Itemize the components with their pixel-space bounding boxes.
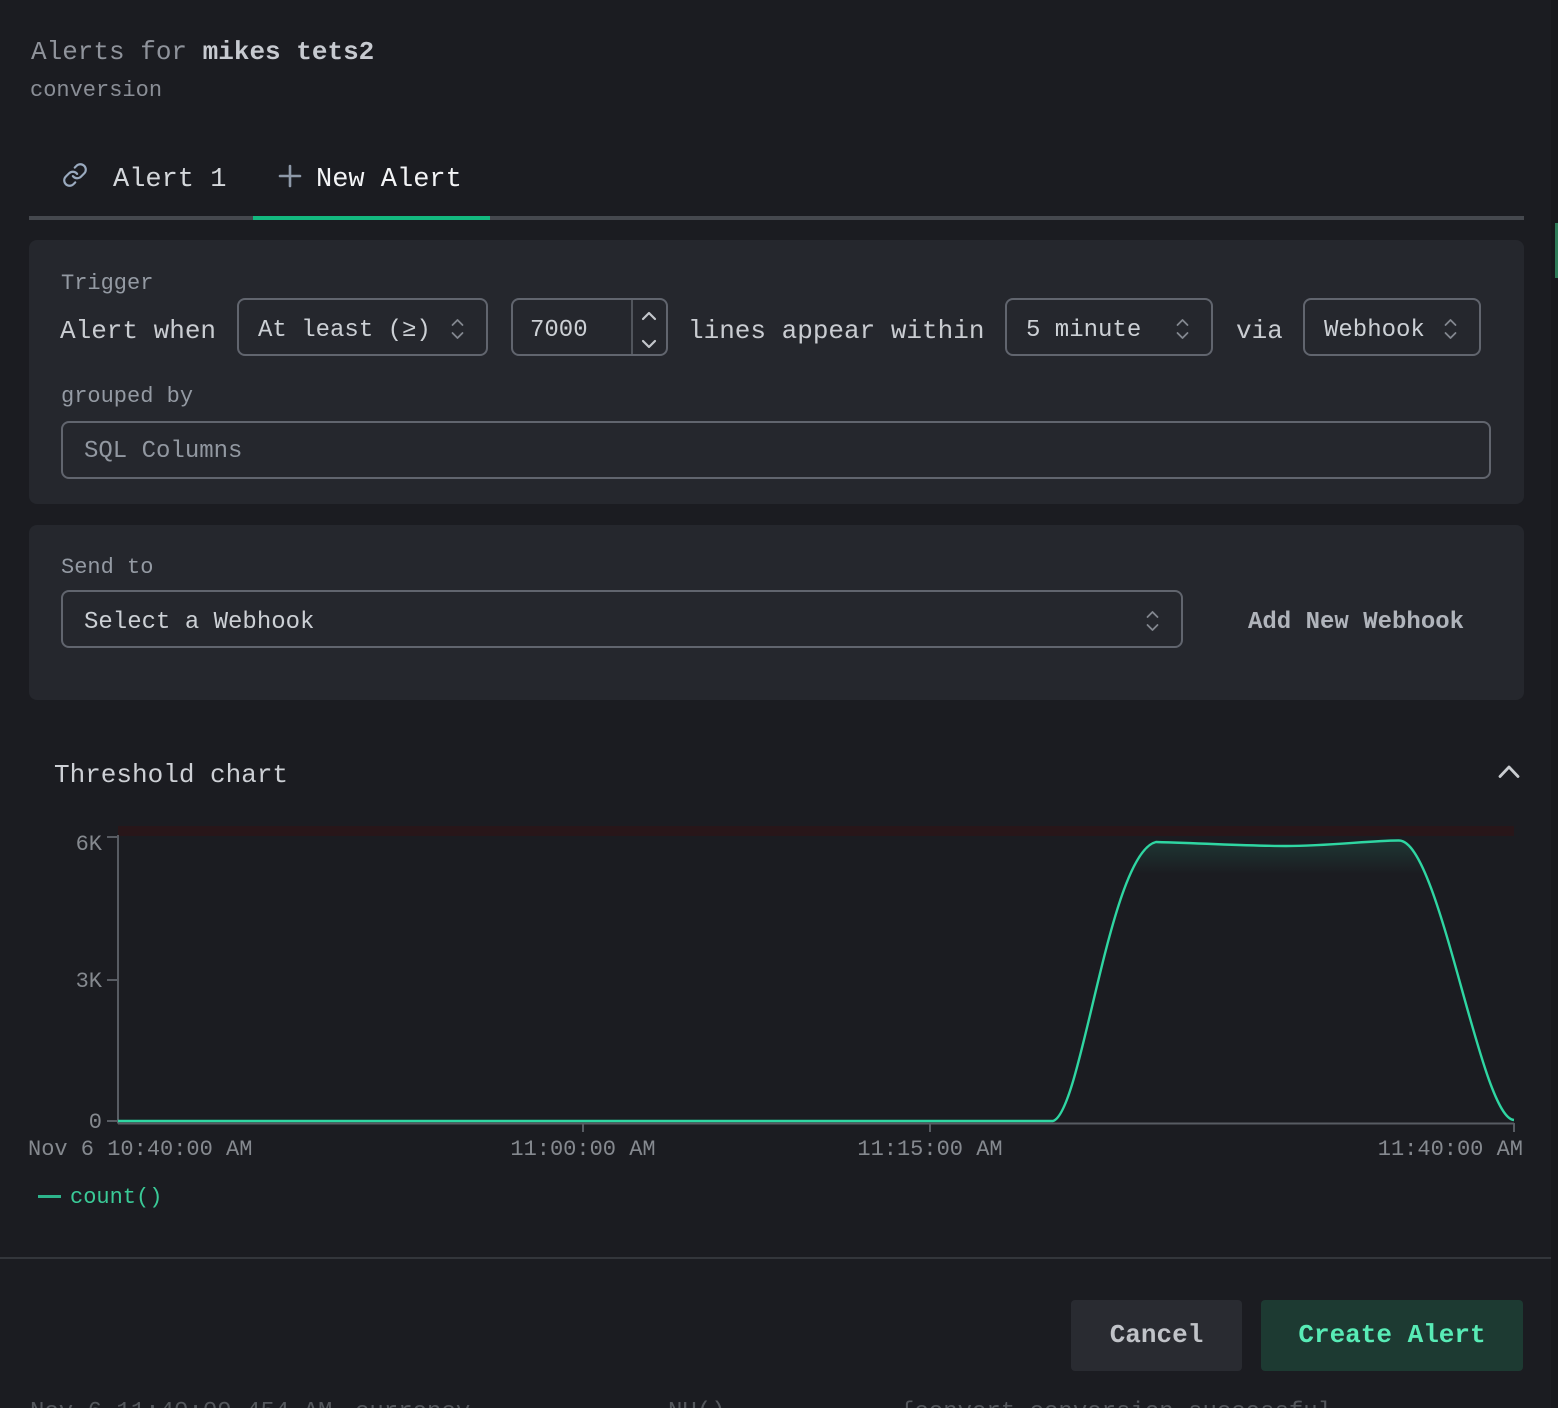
svg-text:11:15:00 AM: 11:15:00 AM [857,1137,1002,1162]
svg-text:Nov 6 10:40:00 AM: Nov 6 10:40:00 AM [28,1137,252,1162]
svg-text:11:40:00 AM: 11:40:00 AM [1378,1137,1523,1162]
svg-text:11:00:00 AM: 11:00:00 AM [510,1137,655,1162]
svg-text:6K: 6K [76,832,103,857]
svg-text:0: 0 [89,1110,102,1135]
svg-text:3K: 3K [76,969,103,994]
